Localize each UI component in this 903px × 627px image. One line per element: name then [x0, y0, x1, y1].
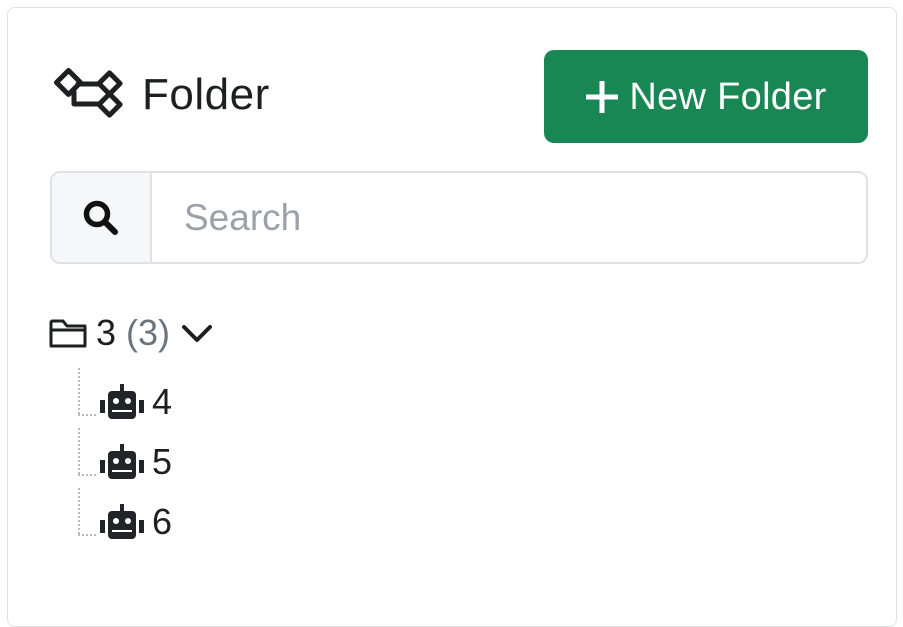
plus-icon [586, 80, 619, 113]
tree-guide-line [78, 368, 80, 414]
tree-guide-line [78, 414, 96, 416]
folder-panel: Folder New Folder 3 (3) [7, 7, 897, 627]
tree-node-label: 6 [152, 501, 173, 542]
panel-header: Folder New Folder [8, 8, 896, 158]
folder-icon [49, 319, 87, 348]
tree-node-child[interactable]: 5 [78, 428, 378, 488]
new-folder-button[interactable]: New Folder [544, 50, 868, 143]
page-title: Folder [142, 70, 270, 119]
search-icon [83, 200, 118, 235]
panel-title: Folder [54, 62, 270, 128]
tree-structure-icon [54, 67, 123, 118]
search-button[interactable] [52, 173, 152, 262]
robot-icon [100, 504, 144, 539]
tree-node-child[interactable]: 6 [78, 488, 378, 548]
tree-children: 4 5 6 [78, 368, 378, 548]
search-input[interactable] [152, 173, 866, 262]
robot-icon [100, 444, 144, 479]
tree-node-count: (3) [126, 312, 171, 353]
tree-node-label: 4 [152, 381, 173, 422]
robot-icon [100, 384, 144, 419]
new-folder-label: New Folder [629, 75, 827, 118]
tree-guide-line [78, 534, 96, 536]
tree-guide-line [78, 428, 80, 474]
tree-node-name: 3 [96, 312, 117, 353]
tree-guide-line [78, 488, 80, 534]
tree-node-child[interactable]: 4 [78, 368, 378, 428]
search-bar [50, 171, 868, 264]
tree-guide-line [78, 474, 96, 476]
chevron-down-icon[interactable] [180, 316, 214, 350]
tree-node-label: 5 [152, 441, 173, 482]
folder-tree: 3 (3) 4 5 6 [48, 308, 448, 568]
tree-node-root[interactable]: 3 (3) [48, 308, 214, 358]
